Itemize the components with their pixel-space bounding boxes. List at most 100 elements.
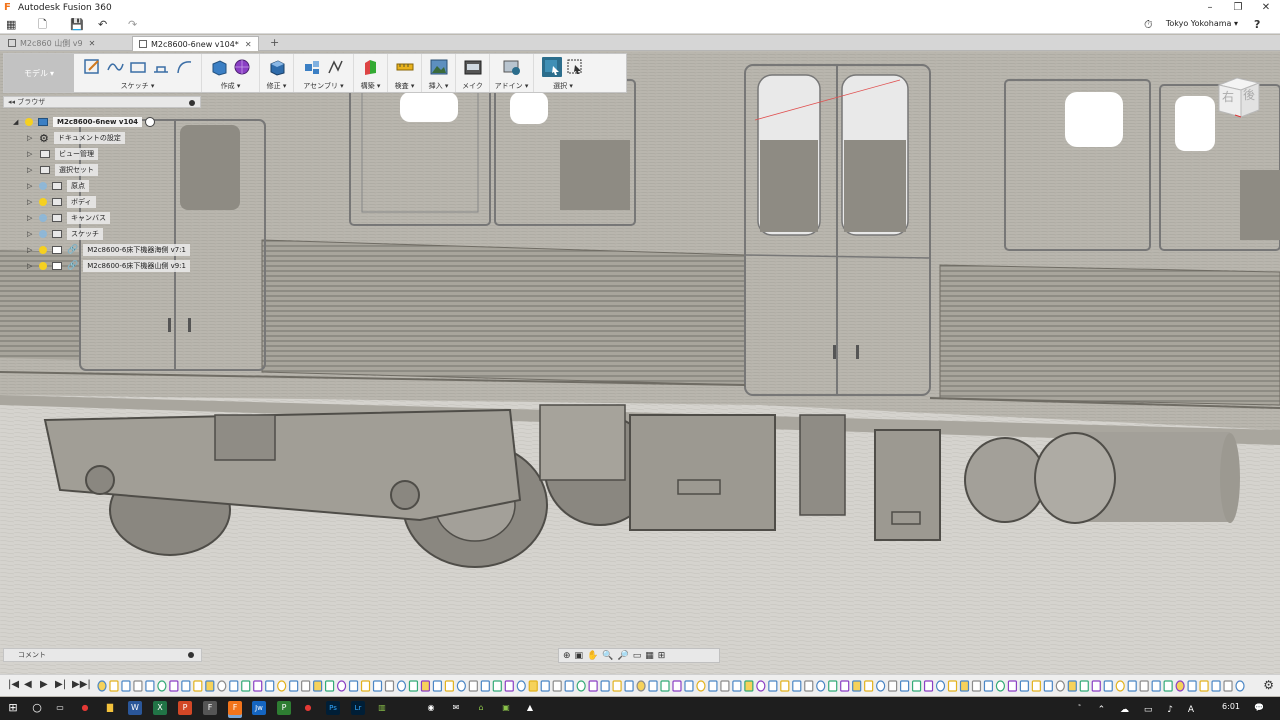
measure-icon[interactable]: [395, 57, 415, 77]
timeline-feature[interactable]: [720, 680, 730, 692]
visibility-bulb-icon[interactable]: [39, 262, 47, 270]
timeline-feature[interactable]: [468, 680, 478, 692]
timeline-feature[interactable]: [780, 680, 790, 692]
new-component-icon[interactable]: [302, 57, 322, 77]
timeline-feature[interactable]: [636, 680, 646, 692]
timeline-feature[interactable]: [947, 680, 958, 692]
timeline-feature[interactable]: [1067, 680, 1077, 692]
view-cube[interactable]: 右 後: [1215, 75, 1263, 120]
timeline-feature[interactable]: [1175, 680, 1185, 692]
visibility-bulb-icon[interactable]: [39, 198, 47, 206]
timeline-feature[interactable]: [852, 680, 862, 692]
timeline-feature[interactable]: [983, 680, 994, 692]
photoshop-icon[interactable]: Ps: [326, 701, 340, 715]
timeline-feature[interactable]: [1235, 680, 1245, 692]
fusion360-taskbar-icon[interactable]: F: [228, 701, 242, 715]
browser-item-linked-component-2[interactable]: ▷ 🔗 M2c8600-6床下機器山側 v9:1: [27, 259, 190, 273]
timeline-feature[interactable]: [995, 680, 1006, 692]
lightroom-icon[interactable]: Lr: [351, 701, 365, 715]
photos-icon[interactable]: ▲: [523, 701, 537, 715]
pan-icon[interactable]: ✋: [587, 651, 598, 661]
browser-item-sketches[interactable]: ▷ スケッチ: [27, 227, 103, 241]
timeline-feature[interactable]: [1043, 680, 1053, 692]
timeline-feature[interactable]: [744, 680, 754, 692]
timeline-feature[interactable]: [1199, 680, 1209, 692]
visibility-bulb-icon[interactable]: [39, 214, 47, 222]
browser-item-named-views[interactable]: ▷ ビュー管理: [27, 147, 98, 161]
timeline-feature[interactable]: [145, 680, 155, 692]
timeline-feature[interactable]: [888, 680, 898, 692]
viewcube-face-back[interactable]: 後: [1243, 86, 1255, 103]
tab-document-active[interactable]: M2c8600-6new v104* ✕: [132, 36, 259, 51]
timeline-feature[interactable]: [205, 680, 215, 692]
timeline-feature[interactable]: [1223, 680, 1233, 692]
assemble-menu-label[interactable]: アセンブリ ▾: [303, 81, 343, 91]
redo-icon[interactable]: ↷: [128, 18, 137, 32]
timeline-feature[interactable]: [804, 680, 814, 692]
app-red-icon[interactable]: ●: [301, 701, 315, 715]
timeline-settings-icon[interactable]: ⚙: [1263, 678, 1274, 692]
chrome-icon[interactable]: ●: [78, 701, 92, 715]
task-view-icon[interactable]: ▭: [53, 701, 67, 715]
timeline-feature[interactable]: [660, 680, 670, 692]
timeline-features[interactable]: [97, 680, 1247, 693]
timeline-feature[interactable]: [289, 680, 299, 692]
system-clock[interactable]: 6:01: [1222, 702, 1240, 711]
timeline-feature[interactable]: [253, 680, 263, 692]
insert-menu-label[interactable]: 挿入 ▾: [429, 81, 449, 91]
timeline-feature[interactable]: [277, 680, 287, 692]
browser-item-linked-component-1[interactable]: ▷ 🔗 M2c8600-6床下機器海側 v7:1: [27, 243, 190, 257]
timeline-feature[interactable]: [516, 680, 526, 692]
timeline-feature[interactable]: [1055, 680, 1065, 692]
timeline-feature[interactable]: [1091, 680, 1101, 692]
browser-item-doc-settings[interactable]: ▷ ⚙ ドキュメントの設定: [27, 131, 125, 145]
look-at-icon[interactable]: ▣: [575, 651, 584, 661]
timeline-feature[interactable]: [193, 680, 203, 692]
timeline-feature[interactable]: [540, 680, 550, 692]
timeline-feature[interactable]: [384, 680, 395, 692]
mail-icon[interactable]: ✉: [449, 701, 463, 715]
timeline-feature[interactable]: [756, 680, 766, 692]
timeline-feature[interactable]: [732, 680, 742, 692]
timeline-feature[interactable]: [864, 680, 874, 692]
timeline-feature[interactable]: [528, 680, 538, 692]
make-3dprint-icon[interactable]: [463, 57, 483, 77]
timeline-feature[interactable]: [911, 680, 922, 692]
timeline-feature[interactable]: [420, 680, 431, 692]
timeline-feature[interactable]: [313, 680, 323, 692]
timeline-feature[interactable]: [552, 680, 562, 692]
timeline-feature[interactable]: [672, 680, 682, 692]
expand-triangle-icon[interactable]: ▷: [27, 262, 35, 270]
timeline-feature[interactable]: [325, 680, 335, 692]
timeline-feature[interactable]: [612, 680, 622, 692]
viewcube-face-right[interactable]: 右: [1222, 88, 1234, 105]
expand-triangle-icon[interactable]: ▷: [27, 182, 35, 190]
timeline-feature[interactable]: [576, 680, 586, 692]
timeline-feature[interactable]: [828, 680, 838, 692]
app-home-icon[interactable]: ⌂: [474, 701, 488, 715]
workspace-switcher-button[interactable]: モデル ▾: [4, 54, 74, 92]
rectangle-icon[interactable]: [128, 57, 148, 77]
timeline-feature[interactable]: [1163, 680, 1173, 692]
expand-triangle-icon[interactable]: ▷: [27, 246, 35, 254]
timeline-feature[interactable]: [564, 680, 574, 692]
expand-triangle-icon[interactable]: ▷: [27, 230, 35, 238]
inspect-menu-label[interactable]: 検査 ▾: [395, 81, 415, 91]
timeline-feature[interactable]: [648, 680, 658, 692]
search-icon[interactable]: ○: [30, 701, 44, 715]
timeline-feature[interactable]: [900, 680, 910, 692]
timeline-feature[interactable]: [876, 680, 886, 692]
timeline-feature[interactable]: [600, 680, 610, 692]
timeline-feature[interactable]: [372, 680, 383, 692]
maximize-button[interactable]: ❐: [1224, 0, 1252, 16]
file-menu-icon[interactable]: 🗋: [38, 18, 47, 32]
timeline-feature[interactable]: [133, 680, 143, 692]
timeline-feature[interactable]: [923, 680, 934, 692]
select-icon[interactable]: [541, 57, 562, 77]
plane-icon[interactable]: [361, 57, 381, 77]
timeline-feature[interactable]: [301, 680, 311, 692]
comments-panel[interactable]: コメント: [3, 648, 202, 662]
timeline-feature[interactable]: [265, 680, 275, 692]
construct-menu-label[interactable]: 構築 ▾: [361, 81, 381, 91]
timeline-feature[interactable]: [768, 680, 778, 692]
